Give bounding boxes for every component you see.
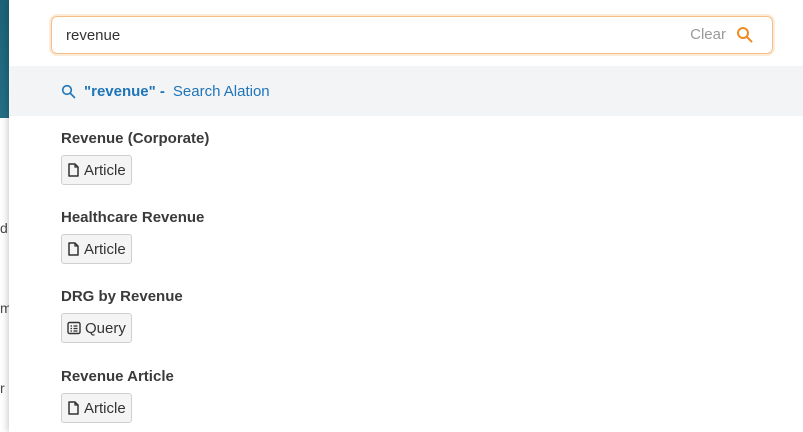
result-title[interactable]: DRG by Revenue [61, 288, 183, 305]
search-all-suggestion[interactable]: "revenue" - Search Alation [9, 66, 803, 116]
result-title[interactable]: Healthcare Revenue [61, 209, 204, 226]
article-icon [68, 242, 79, 256]
result-item[interactable]: DRG by Revenue Query [61, 288, 183, 343]
result-title[interactable]: Revenue Article [61, 368, 174, 385]
search-input[interactable] [66, 17, 626, 53]
result-title[interactable]: Revenue (Corporate) [61, 130, 209, 147]
suggestion-term: "revenue" - [84, 82, 165, 100]
type-badge: Article [61, 393, 132, 423]
type-badge-label: Query [85, 319, 126, 337]
type-badge-label: Article [84, 240, 126, 258]
result-item[interactable]: Healthcare Revenue Article [61, 209, 204, 264]
type-badge: Article [61, 234, 132, 264]
search-icon[interactable] [736, 26, 754, 44]
search-bar: Clear [51, 16, 773, 54]
background-text-fragment: d [0, 220, 8, 236]
article-icon [68, 163, 79, 177]
type-badge: Article [61, 155, 132, 185]
clear-button[interactable]: Clear [690, 26, 726, 43]
background-text-fragment: r [0, 380, 5, 396]
type-badge-label: Article [84, 399, 126, 417]
result-item[interactable]: Revenue Article Article [61, 368, 174, 423]
type-badge-label: Article [84, 161, 126, 179]
search-icon [61, 84, 76, 99]
query-icon [67, 321, 81, 335]
type-badge: Query [61, 313, 132, 343]
article-icon [68, 401, 79, 415]
result-item[interactable]: Revenue (Corporate) Article [61, 130, 209, 185]
search-alation-link[interactable]: Search Alation [173, 83, 270, 100]
search-dropdown-panel: Clear "revenue" - Search Alation Revenue… [9, 0, 803, 432]
